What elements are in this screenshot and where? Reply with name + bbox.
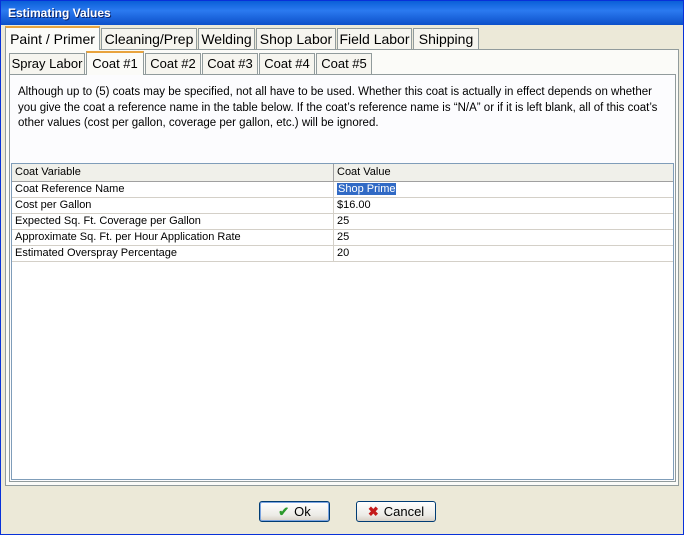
checkmark-icon: ✔ — [278, 504, 290, 519]
coat-variable-cell: Cost per Gallon — [12, 198, 334, 214]
tab-welding[interactable]: Welding — [198, 28, 255, 49]
coat-value-cell[interactable]: 25 — [334, 230, 673, 246]
tab-coat-5[interactable]: Coat #5 — [316, 53, 372, 74]
tab-field-labor[interactable]: Field Labor — [337, 28, 412, 49]
coat-reference-name-value[interactable]: Shop Prime — [337, 183, 397, 195]
table-row[interactable]: Coat Reference Name Shop Prime — [12, 182, 673, 198]
coat-value-cell[interactable]: Shop Prime — [334, 182, 673, 198]
ok-button[interactable]: ✔ Ok — [259, 501, 330, 522]
grid-header: Coat Variable Coat Value — [12, 164, 673, 182]
tab-coat-2[interactable]: Coat #2 — [145, 53, 201, 74]
title-bar[interactable]: Estimating Values — [1, 1, 683, 25]
coat-variable-cell: Expected Sq. Ft. Coverage per Gallon — [12, 214, 334, 230]
coat-variable-cell: Coat Reference Name — [12, 182, 334, 198]
table-row[interactable]: Cost per Gallon $16.00 — [12, 198, 673, 214]
tab-shop-labor[interactable]: Shop Labor — [256, 28, 336, 49]
coat-description: Although up to (5) coats may be specifie… — [18, 86, 658, 129]
tab-shipping[interactable]: Shipping — [413, 28, 479, 49]
window-title: Estimating Values — [8, 6, 111, 20]
coat-values-grid[interactable]: Coat Variable Coat Value Coat Reference … — [11, 163, 674, 480]
tab-paint-primer[interactable]: Paint / Primer — [5, 26, 100, 50]
tab-coat-1[interactable]: Coat #1 — [86, 51, 144, 75]
tab-coat-3[interactable]: Coat #3 — [202, 53, 258, 74]
cancel-button-label: Cancel — [383, 504, 425, 519]
tab-spray-labor[interactable]: Spray Labor — [9, 53, 85, 74]
coat-value-cell[interactable]: $16.00 — [334, 198, 673, 214]
tab-cleaning-prep[interactable]: Cleaning/Prep — [101, 28, 197, 49]
estimating-values-window: Estimating Values Paint / Primer Cleanin… — [0, 0, 684, 535]
cancel-button[interactable]: ✖ Cancel — [356, 501, 436, 522]
header-coat-variable[interactable]: Coat Variable — [12, 164, 334, 181]
coat-variable-cell: Estimated Overspray Percentage — [12, 246, 334, 262]
header-coat-value[interactable]: Coat Value — [334, 164, 673, 181]
coat-variable-cell: Approximate Sq. Ft. per Hour Application… — [12, 230, 334, 246]
coat-value-cell[interactable]: 20 — [334, 246, 673, 262]
table-row[interactable]: Expected Sq. Ft. Coverage per Gallon 25 — [12, 214, 673, 230]
ok-button-label: Ok — [294, 504, 311, 519]
table-row[interactable]: Estimated Overspray Percentage 20 — [12, 246, 673, 262]
tab-coat-4[interactable]: Coat #4 — [259, 53, 315, 74]
coat-value-cell[interactable]: 25 — [334, 214, 673, 230]
table-row[interactable]: Approximate Sq. Ft. per Hour Application… — [12, 230, 673, 246]
x-icon: ✖ — [367, 504, 379, 519]
